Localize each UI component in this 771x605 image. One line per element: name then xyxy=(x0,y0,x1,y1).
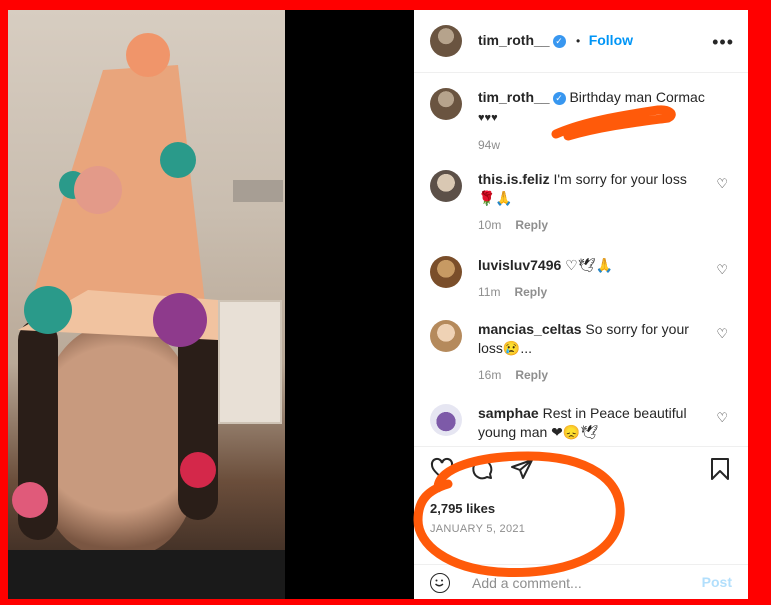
follow-button[interactable]: Follow xyxy=(589,32,633,48)
emoji-icon[interactable] xyxy=(430,573,450,593)
comment-like-icon[interactable]: ♡ xyxy=(716,324,728,343)
author-avatar[interactable] xyxy=(430,25,462,57)
party-hat-graphic xyxy=(12,33,218,518)
caption: tim_roth__ ✓ Birthday man Cormac ♥♥♥ 94w xyxy=(430,88,730,155)
caption-age[interactable]: 94w xyxy=(478,138,500,152)
share-icon[interactable] xyxy=(510,457,534,481)
post-detail-panel: tim_roth__ ✓ • Follow ••• tim_roth__ ✓ Bir… xyxy=(414,10,748,599)
more-options-button[interactable]: ••• xyxy=(712,32,734,53)
comment-age[interactable]: 10m xyxy=(478,218,501,232)
photo-image xyxy=(8,10,285,599)
post-photo[interactable] xyxy=(8,10,414,599)
comment-item: this.is.feliz I'm sorry for your loss 🌹🙏… xyxy=(430,170,730,235)
comment-input[interactable] xyxy=(470,570,694,596)
emoji-face-graphic xyxy=(435,579,444,587)
comment-item: luvisluv7496 ♡🕊🙏 11m Reply ♡ xyxy=(430,256,730,302)
post-header: tim_roth__ ✓ • Follow ••• xyxy=(414,10,748,73)
action-bar xyxy=(414,446,748,487)
comment-author[interactable]: samphae xyxy=(478,405,539,421)
reply-button[interactable]: Reply xyxy=(515,218,548,232)
comment-like-icon[interactable]: ♡ xyxy=(716,408,728,427)
add-comment-bar: Post xyxy=(414,564,748,599)
caption-author[interactable]: tim_roth__ xyxy=(478,89,550,105)
commenter-avatar[interactable] xyxy=(430,170,462,202)
author-username[interactable]: tim_roth__ xyxy=(478,32,550,48)
caption-hearts: ♥♥♥ xyxy=(478,112,498,124)
header-separator: • xyxy=(576,34,581,48)
comment-author[interactable]: luvisluv7496 xyxy=(478,257,561,273)
comment-icon[interactable] xyxy=(470,457,494,481)
commenter-avatar[interactable] xyxy=(430,256,462,288)
comment-age[interactable]: 16m xyxy=(478,368,501,382)
caption-text: Birthday man Cormac xyxy=(569,89,705,105)
comment-item: mancias_celtas So sorry for your loss😢..… xyxy=(430,320,730,385)
reply-button[interactable]: Reply xyxy=(514,285,547,299)
heart-icon[interactable] xyxy=(430,457,454,481)
instagram-post-window: tim_roth__ ✓ • Follow ••• tim_roth__ ✓ Bir… xyxy=(8,10,748,599)
comment-author[interactable]: mancias_celtas xyxy=(478,321,582,337)
comment-age[interactable]: 11m xyxy=(478,285,500,299)
comment-item: samphae Rest in Peace beautiful young ma… xyxy=(430,404,730,442)
commenter-avatar[interactable] xyxy=(430,320,462,352)
bookmark-icon[interactable] xyxy=(708,457,732,481)
comment-like-icon[interactable]: ♡ xyxy=(716,174,728,193)
header-author-row: tim_roth__ ✓ • Follow xyxy=(478,32,633,50)
verified-icon: ✓ xyxy=(552,92,566,105)
reply-button[interactable]: Reply xyxy=(515,368,548,382)
post-comment-button[interactable]: Post xyxy=(702,574,732,590)
likes-count[interactable]: 2,795 likes xyxy=(430,501,495,516)
post-date[interactable]: JANUARY 5, 2021 xyxy=(430,523,525,535)
comment-author[interactable]: this.is.feliz xyxy=(478,171,550,187)
caption-avatar[interactable] xyxy=(430,88,462,120)
commenter-avatar[interactable] xyxy=(430,404,462,436)
comment-text: ♡🕊🙏 xyxy=(565,257,613,273)
verified-icon: ✓ xyxy=(552,35,566,48)
comment-like-icon[interactable]: ♡ xyxy=(716,260,728,279)
